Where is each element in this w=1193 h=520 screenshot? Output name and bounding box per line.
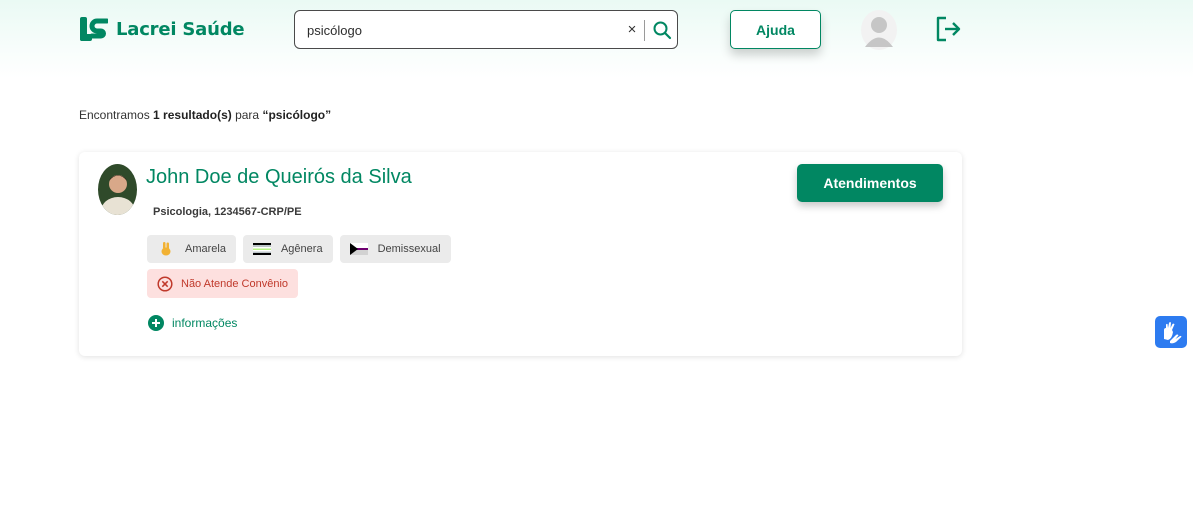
x-circle-icon bbox=[157, 275, 173, 292]
help-button[interactable]: Ajuda bbox=[730, 10, 821, 49]
logout-icon[interactable] bbox=[934, 15, 962, 43]
professional-name[interactable]: John Doe de Queirós da Silva bbox=[146, 166, 412, 189]
professional-photo[interactable] bbox=[98, 164, 137, 215]
professional-card: John Doe de Queirós da Silva Psicologia,… bbox=[79, 152, 962, 356]
insurance-status-badge: Não Atende Convênio bbox=[147, 269, 299, 298]
logo[interactable]: Lacrei Saúde bbox=[80, 16, 245, 42]
results-middle: para bbox=[235, 108, 260, 122]
tag-demissexual: Demissexual bbox=[339, 235, 451, 263]
results-query: “psicólogo” bbox=[262, 108, 332, 122]
results-prefix: Encontramos bbox=[79, 108, 150, 122]
search-bar: × bbox=[294, 10, 678, 49]
sign-language-hands-icon bbox=[1164, 322, 1182, 344]
more-info-label: informações bbox=[172, 316, 238, 330]
tag-label: Demissexual bbox=[377, 243, 441, 255]
demisexual-flag-icon bbox=[349, 243, 368, 255]
logo-mark-icon bbox=[80, 17, 108, 41]
search-divider bbox=[644, 20, 645, 41]
agender-flag-icon bbox=[252, 243, 271, 255]
results-count: 1 resultado(s) bbox=[153, 108, 232, 122]
search-input[interactable] bbox=[307, 20, 617, 40]
logo-text: Lacrei Saúde bbox=[116, 18, 245, 40]
professional-specialty: Psicologia, 1234567-CRP/PE bbox=[153, 206, 302, 218]
search-icon[interactable] bbox=[652, 20, 672, 40]
identity-tags: Amarela Agênera Demissexual bbox=[147, 235, 451, 263]
tag-label: Amarela bbox=[185, 243, 226, 255]
hand-emoji-icon bbox=[157, 242, 175, 256]
insurance-status-label: Não Atende Convênio bbox=[181, 277, 289, 290]
plus-circle-icon bbox=[148, 315, 164, 331]
tag-label: Agênera bbox=[280, 243, 323, 255]
results-summary: Encontramos 1 resultado(s) para “psicólo… bbox=[79, 108, 331, 122]
more-info-link[interactable]: informações bbox=[148, 315, 237, 331]
atendimentos-button[interactable]: Atendimentos bbox=[797, 164, 943, 202]
tag-agenera: Agênera bbox=[242, 235, 333, 263]
user-avatar-icon[interactable] bbox=[860, 10, 898, 50]
clear-icon[interactable]: × bbox=[625, 21, 639, 39]
tag-amarela: Amarela bbox=[147, 235, 236, 263]
vlibras-accessibility-button[interactable] bbox=[1155, 316, 1187, 348]
